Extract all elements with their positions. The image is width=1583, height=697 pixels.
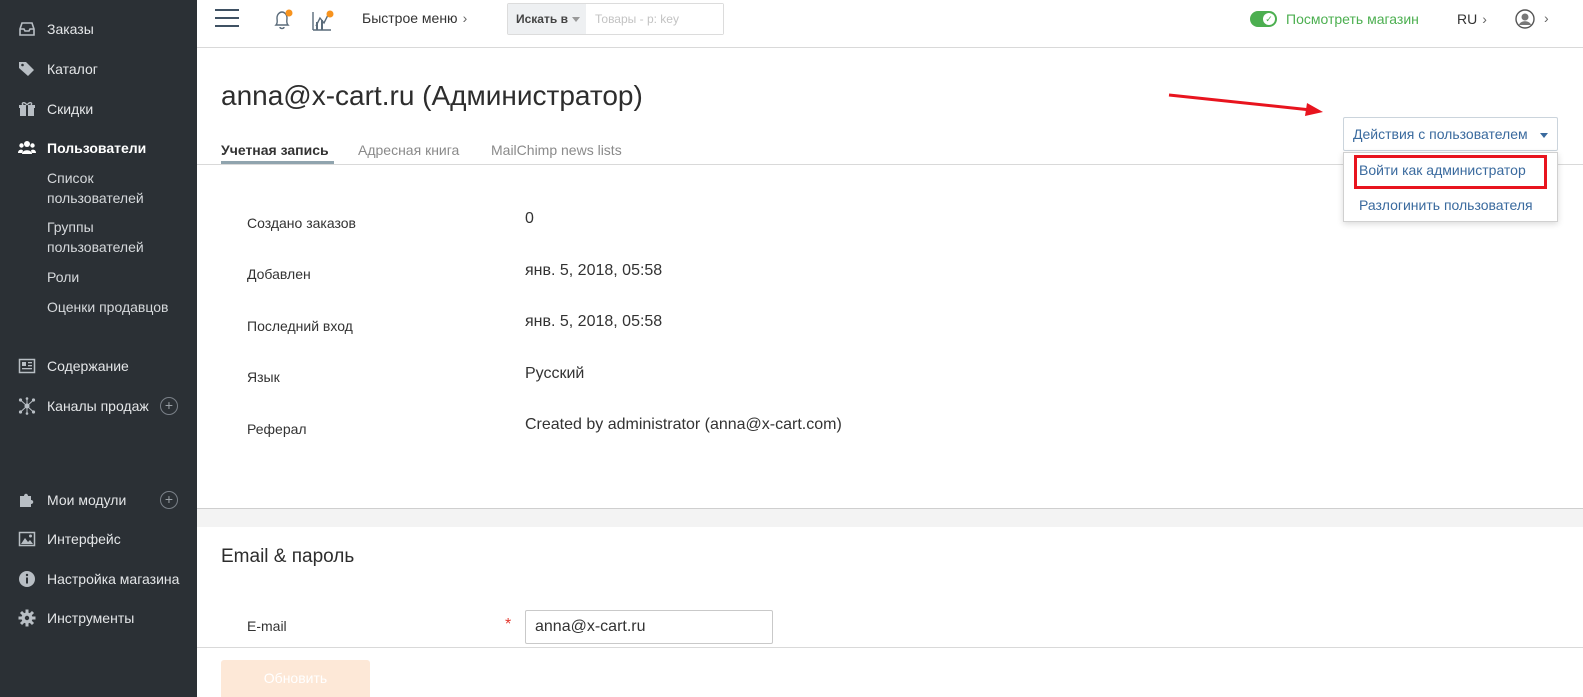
added-label: Добавлен: [247, 266, 311, 282]
email-field-label: E-mail: [247, 618, 287, 634]
language-select[interactable]: RU ›: [1457, 11, 1487, 27]
sidebar-item-discounts[interactable]: Скидки: [0, 94, 197, 124]
sidebar-item-label: Инструменты: [47, 610, 135, 626]
sidebar-item-my-modules[interactable]: Мои модули +: [0, 485, 197, 515]
sidebar: Заказы Каталог Скидки Пользователи Списо…: [0, 0, 197, 697]
search-bar: Искать в: [507, 3, 724, 35]
analytics-icon[interactable]: [311, 8, 335, 32]
section-divider: [197, 508, 1583, 527]
chevron-right-icon: ›: [462, 10, 468, 26]
sidebar-item-content[interactable]: Содержание: [0, 351, 197, 381]
sidebar-item-label: Интерфейс: [47, 531, 121, 547]
user-menu-chevron[interactable]: ›: [1539, 10, 1549, 28]
tab-account[interactable]: Учетная запись: [221, 142, 329, 158]
sticky-footer: [197, 647, 1583, 697]
sidebar-item-orders[interactable]: Заказы: [0, 14, 197, 44]
sidebar-item-label: Скидки: [47, 101, 94, 117]
sidebar-item-label: Каталог: [47, 61, 98, 77]
search-scope-label: Искать в: [516, 12, 568, 26]
sidebar-item-tools[interactable]: Инструменты: [0, 603, 197, 633]
chevron-right-icon: ›: [1482, 11, 1487, 27]
sidebar-item-interface[interactable]: Интерфейс: [0, 524, 197, 554]
active-tab-indicator: [221, 161, 334, 164]
email-section-title: Email & пароль: [221, 546, 355, 567]
quick-menu-button[interactable]: Быстрое меню ›: [362, 10, 467, 26]
gear-icon: [18, 609, 36, 627]
sidebar-item-sales-channels[interactable]: Каналы продаж +: [0, 391, 197, 421]
sidebar-item-store-setup[interactable]: Настройка магазина: [0, 564, 197, 594]
user-actions-label: Действия с пользователем: [1353, 126, 1528, 142]
user-actions-menu: Войти как администратор Разлогинить поль…: [1343, 152, 1558, 222]
required-mark: *: [505, 616, 512, 633]
update-button[interactable]: Обновить: [221, 660, 370, 697]
page-title: anna@x-cart.ru (Администратор): [221, 80, 643, 111]
logout-user-item[interactable]: Разлогинить пользователя: [1359, 197, 1533, 213]
sidebar-item-label: Заказы: [47, 21, 94, 37]
user-actions-button[interactable]: Действия с пользователем: [1343, 117, 1558, 151]
sidebar-subitem-vendor-ratings[interactable]: Оценки продавцов: [47, 297, 192, 317]
login-as-admin-item[interactable]: Войти как администратор: [1359, 162, 1526, 178]
puzzle-icon: [20, 493, 34, 507]
network-icon: [18, 397, 36, 415]
search-input[interactable]: [586, 4, 723, 34]
last-login-label: Последний вход: [247, 318, 353, 334]
chevron-right-icon: ›: [1544, 10, 1549, 26]
referral-value: Created by administrator (anna@x-cart.co…: [525, 416, 842, 433]
sidebar-subitem-roles[interactable]: Роли: [47, 267, 192, 287]
annotation-arrow-icon: [1168, 93, 1323, 116]
store-visibility-toggle[interactable]: ✓: [1250, 11, 1277, 27]
gift-icon: [19, 102, 35, 116]
tab-address-book[interactable]: Адресная книга: [358, 142, 459, 158]
referral-label: Реферал: [247, 421, 307, 437]
sidebar-item-label: Каналы продаж: [47, 398, 149, 414]
sidebar-item-catalog[interactable]: Каталог: [0, 54, 197, 84]
caret-down-icon: [1540, 133, 1548, 138]
quick-menu-label: Быстрое меню: [362, 10, 458, 26]
sidebar-item-label: Мои модули: [47, 492, 127, 508]
sidebar-subitem-user-groups[interactable]: Группы пользователей: [47, 217, 192, 257]
menu-toggle-icon[interactable]: [215, 9, 239, 29]
user-avatar-icon: [1515, 9, 1535, 29]
sidebar-item-label: Содержание: [47, 358, 129, 374]
sidebar-item-label: Настройка магазина: [47, 571, 180, 587]
view-store-link[interactable]: Посмотреть магазин: [1286, 11, 1419, 27]
last-login-value: янв. 5, 2018, 05:58: [525, 313, 663, 330]
added-value: янв. 5, 2018, 05:58: [525, 262, 663, 279]
sidebar-subitem-user-list[interactable]: Список пользователей: [47, 168, 192, 208]
image-icon: [18, 531, 36, 547]
info-icon: [19, 571, 35, 587]
sidebar-item-users[interactable]: Пользователи: [0, 133, 197, 163]
orders-created-value: 0: [525, 210, 534, 227]
caret-down-icon: [571, 17, 580, 23]
language-field-label: Язык: [247, 369, 280, 385]
bell-icon[interactable]: [272, 8, 294, 32]
tab-mailchimp[interactable]: MailChimp news lists: [491, 142, 622, 158]
tags-icon: [19, 62, 34, 76]
check-icon: ✓: [1263, 13, 1275, 25]
inbox-icon: [19, 22, 35, 36]
add-sales-channel-button[interactable]: +: [160, 397, 178, 415]
add-module-button[interactable]: +: [160, 491, 178, 509]
language-label: RU: [1457, 11, 1478, 27]
user-menu[interactable]: [1515, 9, 1535, 29]
users-icon: [18, 141, 36, 154]
search-scope-select[interactable]: Искать в: [508, 4, 586, 34]
top-bar: Быстрое меню› Искать в ✓ Посмотреть мага…: [197, 0, 1583, 48]
orders-created-label: Создано заказов: [247, 215, 356, 231]
language-field-value: Русский: [525, 365, 585, 382]
newspaper-icon: [18, 358, 36, 374]
sidebar-item-label: Пользователи: [47, 140, 147, 156]
email-field[interactable]: [525, 610, 773, 644]
